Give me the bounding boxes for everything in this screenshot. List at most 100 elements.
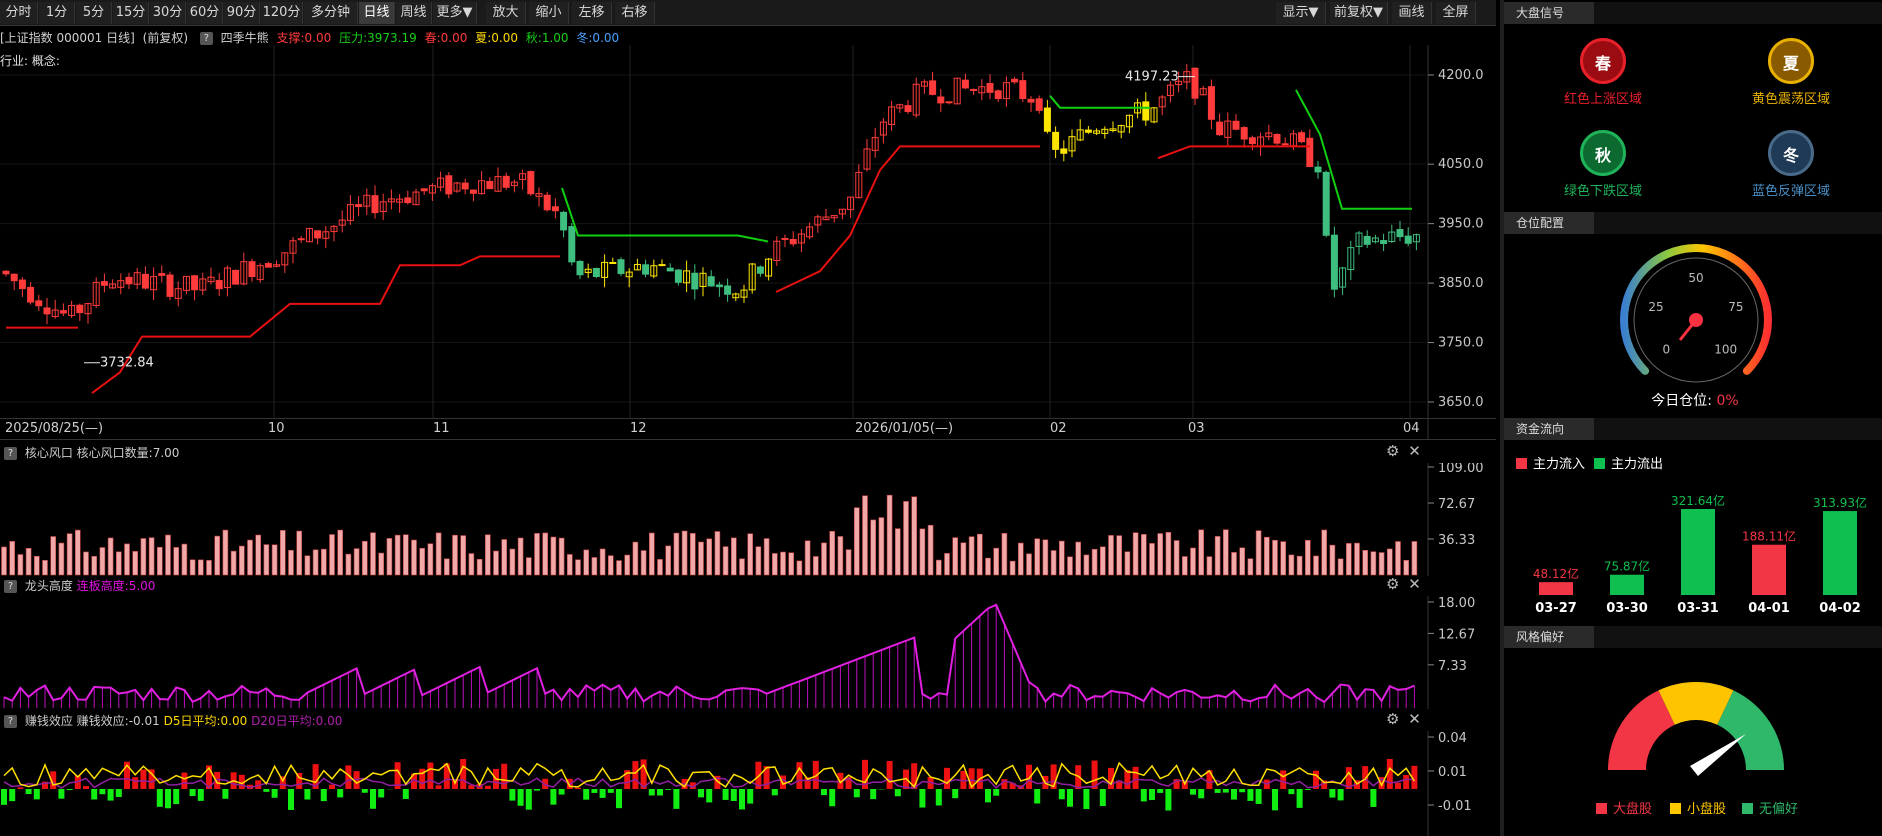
tick-label: 72.67 (1438, 497, 1475, 512)
panel2-help-icon[interactable]: ? (4, 580, 17, 593)
help-icon[interactable]: ? (199, 32, 213, 45)
candle-body (141, 273, 149, 289)
panel1-close-icon[interactable]: ✕ (1408, 442, 1421, 460)
today-position: 今日仓位: 0% (1504, 390, 1882, 410)
flow-in-label: 主力流入 (1533, 457, 1586, 472)
candle-body (1060, 148, 1068, 154)
period-button[interactable]: 更多▼ (433, 2, 477, 24)
gauge-tick-label: 100 (1714, 343, 1737, 357)
core-trend-bar (1337, 558, 1344, 576)
core-trend-bar (952, 537, 959, 576)
money-effect-bar (1, 789, 7, 805)
period-button[interactable]: 15分 (113, 2, 149, 24)
panel2-close-icon[interactable]: ✕ (1408, 575, 1421, 593)
period-button[interactable]: 1分 (39, 2, 75, 24)
core-trend-bar (1378, 552, 1385, 576)
x-axis-label: 02 (1050, 421, 1067, 436)
period-button[interactable]: 90分 (224, 2, 260, 24)
tick-label: 0.04 (1438, 731, 1467, 746)
money-effect-bar (944, 767, 950, 789)
core-trend-bar (17, 554, 24, 576)
panel1-settings-icon[interactable]: ⚙ (1386, 442, 1399, 460)
period-button[interactable]: 120分 (261, 2, 303, 24)
period-button[interactable]: 分时 (0, 2, 38, 24)
core-trend-bar (1403, 559, 1409, 576)
spring-label: 红色上涨区域 (1563, 92, 1642, 107)
money-effect-bar (99, 789, 106, 795)
core-trend-bar (353, 548, 360, 576)
money-effect-bar (370, 789, 376, 809)
core-trend-bar (107, 537, 114, 576)
money-effect-bar (378, 789, 385, 798)
flow-out-label: 主力流出 (1611, 457, 1664, 472)
action-button[interactable]: 缩小 (529, 2, 569, 24)
flow-bar (1681, 509, 1715, 595)
period-button[interactable]: 周线 (396, 2, 432, 24)
candlestick-chart[interactable]: 4200.0 4050.0 3950.0 3850.0 3750.0 3650.0 4197… (0, 45, 1496, 440)
candle-body (297, 238, 305, 241)
price-tick-label: 3750.0 (1438, 336, 1484, 351)
core-trend-bar (386, 538, 393, 576)
candle-body (420, 188, 428, 192)
money-effect-bar (509, 789, 516, 801)
period-button[interactable]: 30分 (150, 2, 186, 24)
money-effect-bar (156, 789, 163, 807)
money-effect-bar (1280, 770, 1287, 789)
period-button[interactable]: 60分 (187, 2, 223, 24)
core-trend-bar (739, 558, 745, 576)
action-button[interactable]: 右移 (615, 2, 655, 24)
core-trend-bar (1247, 558, 1254, 576)
candle-body (674, 269, 682, 283)
money-effect-bar (853, 789, 860, 798)
money-effect-bar (591, 789, 598, 793)
toolbar-right-button[interactable]: 全屏 (1436, 2, 1476, 24)
money-effect-bar (1157, 789, 1164, 793)
panel3-help-icon[interactable]: ? (4, 715, 17, 728)
candle-body (1298, 132, 1306, 143)
core-trend-bar (1264, 536, 1270, 576)
money-effect-bar (1067, 789, 1073, 807)
core-trend-bar (132, 551, 138, 576)
flow-value-label: 48.12亿 (1533, 566, 1579, 581)
candle-body (658, 264, 666, 267)
money-effect-bar (698, 789, 704, 798)
panel2-settings-icon[interactable]: ⚙ (1386, 575, 1399, 593)
core-trend-bar (1223, 529, 1229, 576)
core-trend-bar (116, 551, 122, 576)
money-effect-bar (263, 789, 270, 792)
core-trend-bar (279, 530, 286, 576)
period-button[interactable]: 日线 (359, 2, 395, 24)
toolbar-right-button[interactable]: 画线 (1392, 2, 1432, 24)
period-button[interactable]: 5分 (76, 2, 112, 24)
panel1-help-icon[interactable]: ? (4, 447, 17, 460)
panel3-close-icon[interactable]: ✕ (1408, 710, 1421, 728)
x-axis-label: 2026/01/05(—) (855, 421, 954, 436)
low-price-label: 3732.84 (100, 356, 154, 371)
candle-body (929, 80, 937, 95)
price-tick-label: 4050.0 (1438, 157, 1484, 172)
large-cap-swatch (1596, 803, 1607, 814)
season-winter: 冬 蓝色反弹区域 (1716, 130, 1866, 199)
money-effect-bar (796, 762, 803, 789)
core-trend-bar (853, 507, 860, 576)
candle-body (1142, 101, 1150, 121)
action-button[interactable]: 放大 (486, 2, 526, 24)
core-trend-bar (1034, 538, 1040, 576)
core-trend-bar (443, 558, 450, 576)
toolbar-right-button[interactable]: 前复权▼ (1330, 2, 1388, 24)
panel3-settings-icon[interactable]: ⚙ (1386, 710, 1399, 728)
autumn-icon: 秋 (1580, 130, 1626, 176)
period-button[interactable]: 多分钟 (304, 2, 358, 24)
candle-body (715, 284, 723, 288)
toolbar-right-button[interactable]: 显示▼ (1276, 2, 1326, 24)
core-trend-bar (862, 495, 868, 576)
panel2-tools: ⚙ ✕ (1386, 575, 1421, 593)
flow-value-label: 75.87亿 (1604, 559, 1650, 574)
action-button[interactable]: 左移 (572, 2, 612, 24)
core-trend-bar (1305, 539, 1311, 576)
core-trend-bar (1001, 533, 1008, 576)
core-trend-bar (1411, 541, 1418, 576)
core-trend-bar (616, 560, 622, 576)
core-trend-bar (648, 532, 655, 576)
core-trend-bar (722, 546, 729, 576)
